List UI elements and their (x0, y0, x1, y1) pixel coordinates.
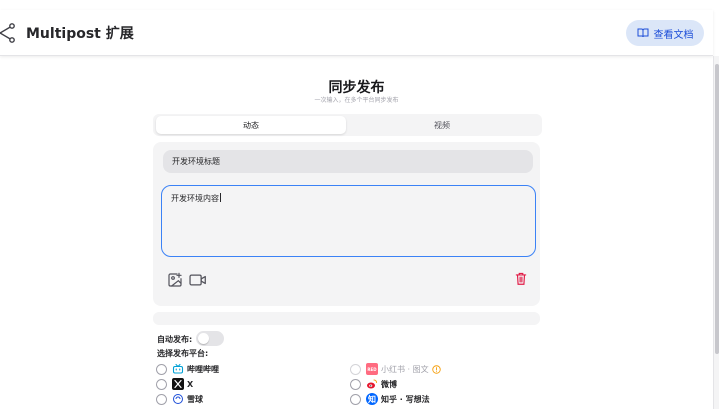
trash-icon[interactable] (515, 272, 527, 286)
auto-publish-toggle[interactable] (196, 331, 224, 346)
share-logo-icon (0, 23, 15, 43)
platform-option-x[interactable]: X (156, 378, 193, 390)
warning-icon[interactable] (431, 364, 441, 374)
tab-video[interactable]: 视频 (347, 116, 537, 134)
app-title: Multipost 扩展 (26, 26, 134, 42)
platform-label: 哔哩哔哩 (187, 364, 219, 374)
platform-option-weibo[interactable]: 微博 (350, 378, 397, 390)
xiaohongshu-icon: RED (366, 363, 378, 375)
auto-publish-label: 自动发布: (157, 335, 193, 344)
content-textarea[interactable]: 开发环境内容 (161, 185, 536, 257)
bilibili-icon (172, 363, 184, 374)
select-platform-label: 选择发布平台: (157, 349, 209, 358)
platform-option-bilibili[interactable]: 哔哩哔哩 (156, 363, 219, 375)
platform-checkbox[interactable] (350, 393, 361, 405)
view-docs-label: 查看文档 (653, 29, 694, 41)
platform-checkbox[interactable] (350, 363, 361, 375)
toggle-knob (198, 333, 209, 344)
title-input[interactable]: 开发环境标题 (163, 150, 533, 173)
app-header: Multipost 扩展 查看文档 (0, 10, 713, 56)
platform-checkbox[interactable] (350, 378, 361, 390)
platform-checkbox[interactable] (156, 378, 167, 390)
text-caret (220, 193, 221, 202)
title-input-value: 开发环境标题 (172, 157, 220, 166)
page-scrollbar[interactable] (713, 56, 719, 409)
zhihu-icon: 知 (366, 393, 378, 405)
add-image-icon[interactable] (167, 272, 183, 288)
post-type-tabs: 动态 视频 (153, 114, 542, 136)
platform-option-xiaohongshu[interactable]: RED 小红书 · 图文 (350, 363, 441, 375)
page-subtitle: 一次输入，在多个平台同步发布 (314, 97, 399, 104)
platform-label: 小红书 · 图文 (381, 364, 429, 374)
platform-checkbox[interactable] (156, 393, 167, 405)
tab-dynamic[interactable]: 动态 (156, 116, 346, 134)
post-editor-card: 开发环境标题 开发环境内容 (153, 142, 540, 306)
platform-option-xueqiu[interactable]: 雪球 (156, 393, 203, 405)
page-title: 同步发布 (328, 80, 385, 96)
platform-checkbox[interactable] (156, 363, 167, 375)
top-strip (0, 0, 719, 10)
view-docs-button[interactable]: 查看文档 (626, 20, 704, 46)
platform-label: 知乎 · 写想法 (381, 394, 430, 404)
book-icon (637, 28, 648, 38)
add-video-icon[interactable] (189, 273, 207, 287)
xueqiu-icon (173, 394, 183, 404)
scrollbar-thumb[interactable] (715, 64, 719, 354)
x-icon (172, 378, 184, 390)
weibo-icon (367, 379, 377, 389)
content-textarea-value: 开发环境内容 (171, 194, 219, 203)
platform-option-zhihu[interactable]: 知 知乎 · 写想法 (350, 393, 430, 405)
secondary-card (153, 312, 540, 325)
platform-label: X (187, 379, 194, 389)
platform-label: 雪球 (187, 394, 203, 404)
platform-label: 微博 (381, 379, 397, 389)
